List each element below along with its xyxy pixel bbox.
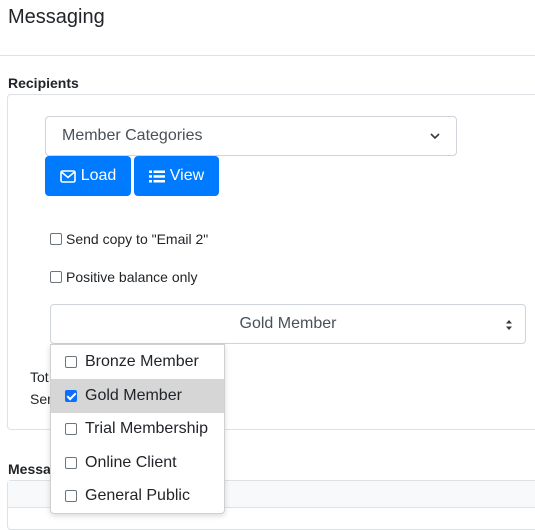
positive-balance-checkbox[interactable] xyxy=(50,271,62,283)
option-checkbox[interactable] xyxy=(65,423,77,435)
sort-icon xyxy=(506,320,512,330)
option-label: General Public xyxy=(85,487,190,504)
category-select[interactable]: Member Categories xyxy=(45,116,457,156)
envelope-icon xyxy=(59,169,76,183)
dropdown-option[interactable]: Trial Membership xyxy=(51,412,224,446)
category-select-value: Member Categories xyxy=(62,127,203,144)
send-copy-option: Send copy to "Email 2" xyxy=(50,231,208,247)
option-checkbox[interactable] xyxy=(65,490,77,502)
load-button[interactable]: Load xyxy=(45,156,131,196)
send-copy-checkbox[interactable] xyxy=(50,233,62,245)
dropdown-option[interactable]: Gold Member xyxy=(51,379,224,413)
dropdown-option[interactable]: Online Client xyxy=(51,446,224,480)
chevron-down-icon xyxy=(430,133,440,140)
recipients-label: Recipients xyxy=(8,75,79,91)
option-checkbox[interactable] xyxy=(65,457,77,469)
message-label: Messa xyxy=(8,461,51,477)
option-checkbox[interactable] xyxy=(65,356,77,368)
positive-balance-option: Positive balance only xyxy=(50,269,198,285)
option-label: Trial Membership xyxy=(85,420,208,437)
option-checkbox[interactable] xyxy=(65,390,77,402)
list-icon xyxy=(148,170,165,182)
option-label: Bronze Member xyxy=(85,353,199,370)
dropdown-option[interactable]: Bronze Member xyxy=(51,345,224,379)
view-button[interactable]: View xyxy=(134,156,219,196)
positive-balance-label: Positive balance only xyxy=(66,269,198,285)
member-category-select[interactable]: Gold Member xyxy=(50,304,526,344)
option-label: Gold Member xyxy=(85,387,182,404)
member-category-dropdown: Bronze Member Gold Member Trial Membersh… xyxy=(50,344,225,514)
member-select-value: Gold Member xyxy=(239,315,337,332)
option-label: Online Client xyxy=(85,454,177,471)
load-button-label: Load xyxy=(80,167,117,184)
view-button-label: View xyxy=(169,167,205,184)
dropdown-option[interactable]: General Public xyxy=(51,479,224,513)
total-label: Tot xyxy=(30,369,49,385)
page-title: Messaging xyxy=(8,6,105,28)
send-copy-label: Send copy to "Email 2" xyxy=(66,231,209,247)
title-divider xyxy=(0,55,535,56)
